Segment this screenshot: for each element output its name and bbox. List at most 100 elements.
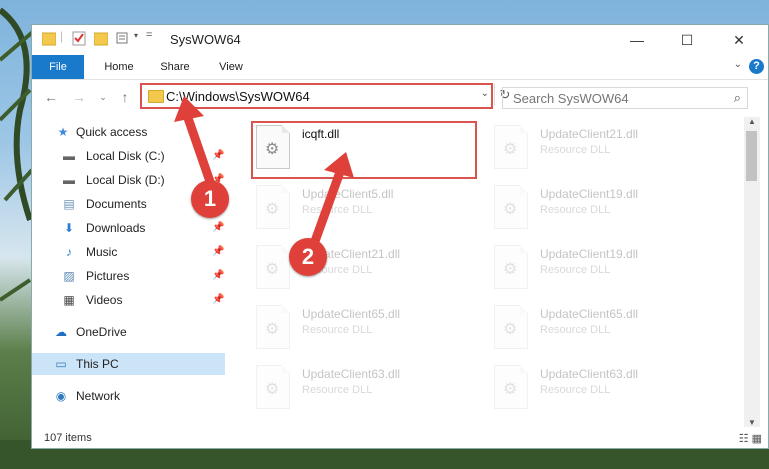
documents-icon: ▤ xyxy=(63,197,75,211)
expand-ribbon-icon[interactable]: ⌄ xyxy=(734,59,742,70)
computer-icon: ▭ xyxy=(55,357,67,371)
tab-home[interactable]: Home xyxy=(94,55,144,79)
minimize-button[interactable]: — xyxy=(614,25,660,55)
file-type: Resource DLL xyxy=(302,384,373,396)
gear-icon: ⚙ xyxy=(265,201,280,218)
drive-icon: ▬ xyxy=(63,149,75,163)
pin-icon[interactable]: 📌 xyxy=(212,241,224,263)
file-name: UpdateClient19.dll xyxy=(540,247,639,261)
file-name: UpdateClient19.dll xyxy=(540,187,639,201)
dll-file-icon: ⚙ xyxy=(494,245,528,289)
sidebar-item-onedrive[interactable]: ☁ OneDrive xyxy=(32,321,225,343)
pin-icon[interactable]: 📌 xyxy=(212,265,224,287)
properties-icon[interactable] xyxy=(72,30,86,50)
help-button[interactable]: ? xyxy=(749,59,764,74)
pictures-icon: ▨ xyxy=(63,269,75,283)
address-dropdown-icon[interactable]: ⌄ xyxy=(481,88,489,99)
file-name: UpdateClient63.dll xyxy=(302,367,401,381)
videos-icon: ▦ xyxy=(63,293,75,307)
sidebar-item-label: Network xyxy=(76,389,121,403)
folder-icon xyxy=(42,32,56,46)
up-arrow-icon[interactable]: ↑ xyxy=(116,88,134,106)
dll-file-icon: ⚙ xyxy=(494,305,528,349)
gear-icon: ⚙ xyxy=(503,201,518,218)
file-tile[interactable]: ⚙ UpdateClient5.dll Resource DLL xyxy=(256,185,486,237)
dll-file-icon: ⚙ xyxy=(494,365,528,409)
forward-arrow-icon[interactable]: → xyxy=(70,88,88,106)
dll-file-icon: ⚙ xyxy=(256,365,290,409)
file-tile[interactable]: ⚙ UpdateClient65.dll Resource DLL xyxy=(494,305,724,357)
vertical-scrollbar[interactable]: ▲ ▼ xyxy=(744,117,760,427)
star-icon: ★ xyxy=(57,125,69,139)
scrollbar-thumb[interactable] xyxy=(746,131,757,181)
title-bar: | ▾ = SysWOW64 — ☐ ✕ xyxy=(32,25,768,55)
file-tile[interactable]: ⚙ UpdateClient63.dll Resource DLL xyxy=(494,365,724,417)
pin-icon[interactable]: 📌 xyxy=(212,289,224,311)
network-icon: ◉ xyxy=(55,389,67,403)
file-tile[interactable]: ⚙ UpdateClient19.dll Resource DLL xyxy=(494,185,724,237)
customize-toolbar-icon[interactable]: = xyxy=(146,29,152,49)
maximize-icon: ☐ xyxy=(680,32,694,48)
search-input[interactable] xyxy=(511,90,715,107)
file-highlight-box xyxy=(251,121,477,179)
pin-icon[interactable]: 📌 xyxy=(212,217,224,239)
file-name: UpdateClient63.dll xyxy=(540,367,639,381)
tab-file[interactable]: File xyxy=(32,55,84,79)
search-icon[interactable]: ⌕ xyxy=(734,90,741,106)
file-name: UpdateClient65.dll xyxy=(302,307,401,321)
sidebar-item-this-pc[interactable]: ▭ This PC xyxy=(32,353,225,375)
sidebar-item-pictures[interactable]: ▨ Pictures 📌 xyxy=(32,265,225,287)
maximize-button[interactable]: ☐ xyxy=(664,25,710,55)
item-count: 107 items xyxy=(44,432,92,444)
drive-icon: ▬ xyxy=(63,173,75,187)
music-icon: ♪ xyxy=(66,245,72,259)
sidebar-item-videos[interactable]: ▦ Videos 📌 xyxy=(32,289,225,311)
file-type: Resource DLL xyxy=(540,144,611,156)
scroll-up-icon[interactable]: ▲ xyxy=(744,117,760,126)
file-tile[interactable]: ⚙ UpdateClient63.dll Resource DLL xyxy=(256,365,486,417)
sidebar-item-network[interactable]: ◉ Network xyxy=(32,385,225,407)
back-arrow-icon[interactable]: ← xyxy=(42,88,60,106)
sidebar-item-label: Downloads xyxy=(86,221,146,235)
sidebar-item-label: Local Disk (C:) xyxy=(86,149,165,163)
file-tile[interactable]: ⚙ UpdateClient19.dll Resource DLL xyxy=(494,245,724,297)
file-tile[interactable]: ⚙ UpdateClient21.dll Resource DLL xyxy=(494,125,724,177)
status-bar: 107 items ☷ ▦ xyxy=(32,429,768,448)
sidebar-item-label: Pictures xyxy=(86,269,130,283)
sidebar-item-downloads[interactable]: ⬇ Downloads 📌 xyxy=(32,217,225,239)
folder-icon xyxy=(148,90,164,103)
tab-share[interactable]: Share xyxy=(150,55,200,79)
window-title: SysWOW64 xyxy=(170,32,241,47)
tab-view[interactable]: View xyxy=(206,55,256,79)
gear-icon: ⚙ xyxy=(503,261,518,278)
view-toggle-icons[interactable]: ☷ ▦ xyxy=(739,432,762,445)
file-name: UpdateClient21.dll xyxy=(540,127,639,141)
file-tile[interactable]: ⚙ UpdateClient65.dll Resource DLL xyxy=(256,305,486,357)
file-type: Resource DLL xyxy=(540,324,611,336)
new-folder-icon[interactable] xyxy=(94,30,108,50)
recent-locations-icon[interactable]: ⌄ xyxy=(94,88,112,106)
close-icon: ✕ xyxy=(733,32,745,48)
file-type: Resource DLL xyxy=(540,264,611,276)
sidebar-item-label: Music xyxy=(86,245,118,259)
gear-icon: ⚙ xyxy=(265,321,280,338)
close-button[interactable]: ✕ xyxy=(716,25,762,55)
dll-file-icon: ⚙ xyxy=(494,185,528,229)
dll-file-icon: ⚙ xyxy=(256,305,290,349)
gear-icon: ⚙ xyxy=(503,381,518,398)
file-type: Resource DLL xyxy=(540,384,611,396)
navigation-bar: ← → ⌄ ↑ C:\Windows\SysWOW64 ⌄ ↻ ⌕ xyxy=(32,79,768,115)
sidebar-item-label: Quick access xyxy=(76,125,148,139)
chevron-down-icon[interactable]: ▾ xyxy=(134,31,138,51)
view-options-icon[interactable] xyxy=(116,30,132,50)
scroll-down-icon[interactable]: ▼ xyxy=(744,418,760,427)
file-name: UpdateClient65.dll xyxy=(540,307,639,321)
sidebar-item-label: OneDrive xyxy=(76,325,127,339)
sidebar-item-label: Local Disk (D:) xyxy=(86,173,165,187)
onedrive-icon: ☁ xyxy=(55,325,67,339)
file-type: Resource DLL xyxy=(302,324,373,336)
sidebar-item-label: This PC xyxy=(76,357,119,371)
search-box[interactable]: ⌕ xyxy=(502,87,748,109)
sidebar-item-music[interactable]: ♪ Music 📌 xyxy=(32,241,225,263)
gear-icon: ⚙ xyxy=(265,381,280,398)
